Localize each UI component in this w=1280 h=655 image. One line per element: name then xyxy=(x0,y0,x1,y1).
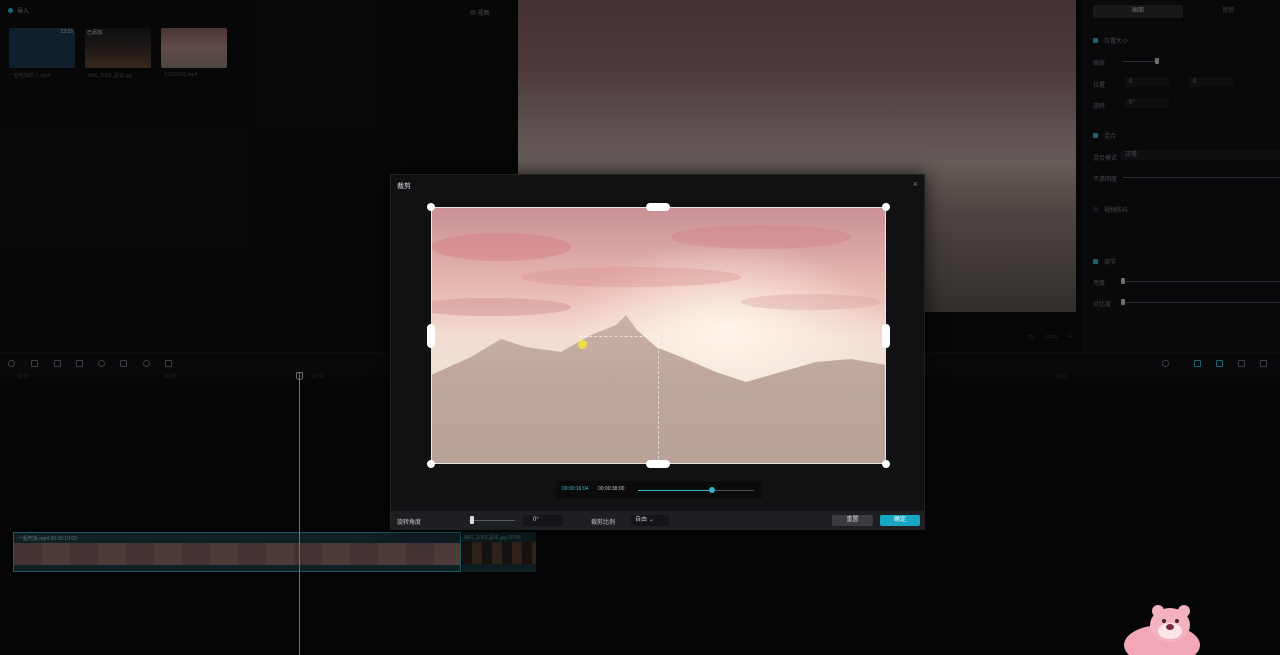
mascot-sticker xyxy=(1124,605,1200,655)
close-icon[interactable]: × xyxy=(913,179,918,189)
crop-handle-right[interactable] xyxy=(882,324,890,348)
reset-button[interactable]: 重置 xyxy=(832,515,873,526)
rotate-slider[interactable] xyxy=(469,520,515,521)
playback-bar: 00:00:16:04 00:00:38:00 xyxy=(556,481,762,499)
crop-handle-top[interactable] xyxy=(646,203,670,211)
progress-fill xyxy=(638,490,712,491)
crop-handle-bottom-right[interactable] xyxy=(882,460,890,468)
crop-handle-bottom-left[interactable] xyxy=(427,460,435,468)
confirm-button[interactable]: 确定 xyxy=(880,515,920,526)
mouse-cursor xyxy=(578,340,587,349)
chevron-down-icon: ⌄ xyxy=(648,517,654,523)
progress-knob[interactable] xyxy=(709,487,715,493)
total-time: 00:00:38:00 xyxy=(598,486,625,492)
crop-handle-bottom[interactable] xyxy=(646,460,670,468)
crop-handle-left[interactable] xyxy=(427,324,435,348)
crop-guide-vertical xyxy=(658,336,659,464)
crop-handle-top-left[interactable] xyxy=(427,203,435,211)
crop-guide-horizontal xyxy=(579,336,658,337)
current-time: 00:00:16:04 xyxy=(562,486,589,492)
crop-ratio-label: 裁剪比例 xyxy=(591,520,616,526)
crop-handle-top-right[interactable] xyxy=(882,203,890,211)
rotate-slider-knob[interactable] xyxy=(470,516,474,524)
crop-ratio-select[interactable]: 自由 ⌄ xyxy=(631,515,669,526)
rotate-angle-label: 旋转角度 xyxy=(397,520,422,526)
crop-dialog: 裁剪 × 00:00:16:04 00:00:38:00 旋转角度 0° 裁剪比… xyxy=(390,174,925,530)
rotate-angle-field[interactable]: 0° xyxy=(523,515,563,526)
dialog-footer: 旋转角度 0° 裁剪比例 自由 ⌄ 重置 确定 xyxy=(391,511,924,530)
dialog-title: 裁剪 xyxy=(397,183,411,190)
